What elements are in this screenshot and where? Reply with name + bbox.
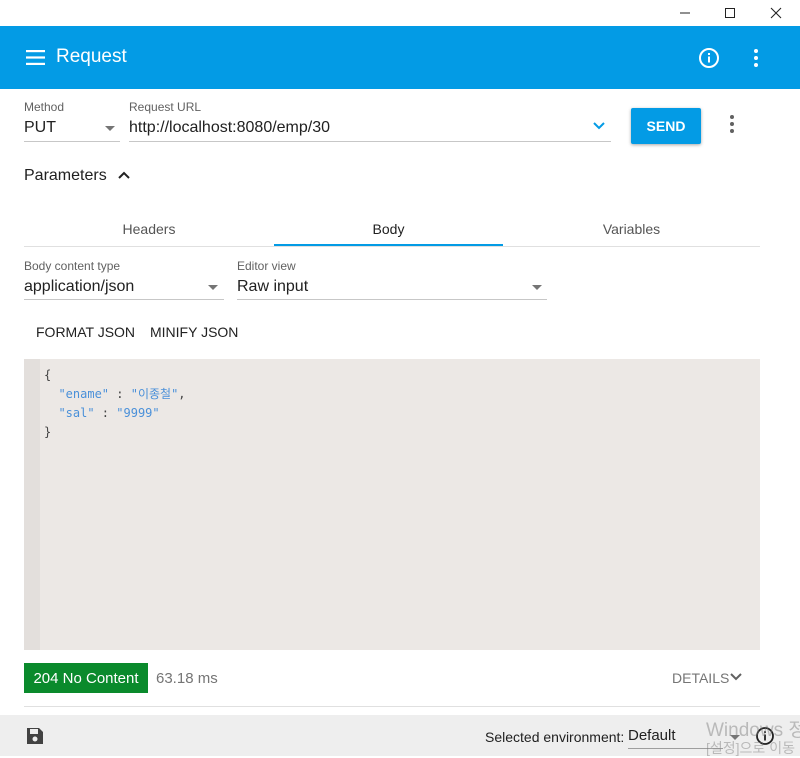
code-key-ename: "ename" <box>58 387 110 401</box>
close-icon <box>770 7 782 19</box>
method-underline <box>24 141 120 142</box>
chevron-up-icon[interactable] <box>116 168 132 182</box>
details-button[interactable]: DETAILS <box>672 670 729 686</box>
page-title: Request <box>56 46 127 67</box>
editor-view-dropdown-icon[interactable] <box>532 285 542 290</box>
editor-view-label: Editor view <box>237 259 296 273</box>
code-sep: : <box>109 387 131 401</box>
minimize-icon <box>680 12 690 14</box>
request-more-icon[interactable] <box>726 112 738 136</box>
url-underline <box>129 141 611 142</box>
save-icon[interactable] <box>26 727 44 745</box>
code-sep: : <box>94 406 117 420</box>
json-body-code[interactable]: { "ename" : "이종철", "sal" : "9999" } <box>44 366 186 442</box>
editor-gutter <box>24 359 40 650</box>
status-badge: 204 No Content <box>24 663 148 693</box>
bottom-bar <box>0 715 800 756</box>
editor-view-underline <box>237 299 547 300</box>
code-value-ename: "이종철" <box>130 387 179 401</box>
maximize-button[interactable] <box>707 0 753 26</box>
editor-view-select[interactable]: Raw input <box>237 278 308 296</box>
content-type-select[interactable]: application/json <box>24 278 134 296</box>
chevron-down-icon[interactable] <box>729 671 743 683</box>
windows-activation-watermark-sub: [설정]으로 이동 <box>706 740 795 756</box>
content-type-underline <box>24 299 224 300</box>
app-bar: Request <box>0 26 800 89</box>
code-brace-close: } <box>44 425 52 439</box>
tabs-divider <box>24 246 760 247</box>
url-input[interactable]: http://localhost:8080/emp/30 <box>129 119 330 137</box>
tab-variables[interactable]: Variables <box>503 212 760 246</box>
code-value-sal: "9999" <box>116 406 160 420</box>
send-button[interactable]: SEND <box>631 108 701 144</box>
active-tab-indicator <box>274 244 503 246</box>
code-comma: , <box>178 387 186 401</box>
code-brace-open: { <box>44 368 52 382</box>
info-icon[interactable] <box>698 47 720 69</box>
window-titlebar <box>0 0 800 26</box>
url-history-chevron-icon[interactable] <box>592 121 606 131</box>
content-type-dropdown-icon[interactable] <box>208 285 218 290</box>
environment-label: Selected environment: <box>485 729 625 745</box>
url-label: Request URL <box>129 100 202 114</box>
more-vert-icon[interactable] <box>746 47 766 69</box>
tab-body[interactable]: Body <box>274 212 503 246</box>
method-dropdown-icon[interactable] <box>105 126 115 131</box>
response-divider <box>24 706 760 707</box>
minimize-button[interactable] <box>662 0 708 26</box>
parameters-toggle[interactable]: Parameters <box>24 167 107 185</box>
method-select[interactable]: PUT <box>24 119 56 137</box>
response-time: 63.18 ms <box>156 670 218 687</box>
menu-icon[interactable] <box>26 50 45 65</box>
environment-select[interactable]: Default <box>628 727 676 744</box>
maximize-icon <box>725 8 735 18</box>
content-type-label: Body content type <box>24 259 121 273</box>
tab-headers[interactable]: Headers <box>24 212 274 246</box>
close-button[interactable] <box>753 0 799 26</box>
format-json-button[interactable]: FORMAT JSON <box>36 324 135 340</box>
code-key-sal: "sal" <box>58 406 95 420</box>
method-label: Method <box>24 100 65 114</box>
minify-json-button[interactable]: MINIFY JSON <box>150 324 238 340</box>
